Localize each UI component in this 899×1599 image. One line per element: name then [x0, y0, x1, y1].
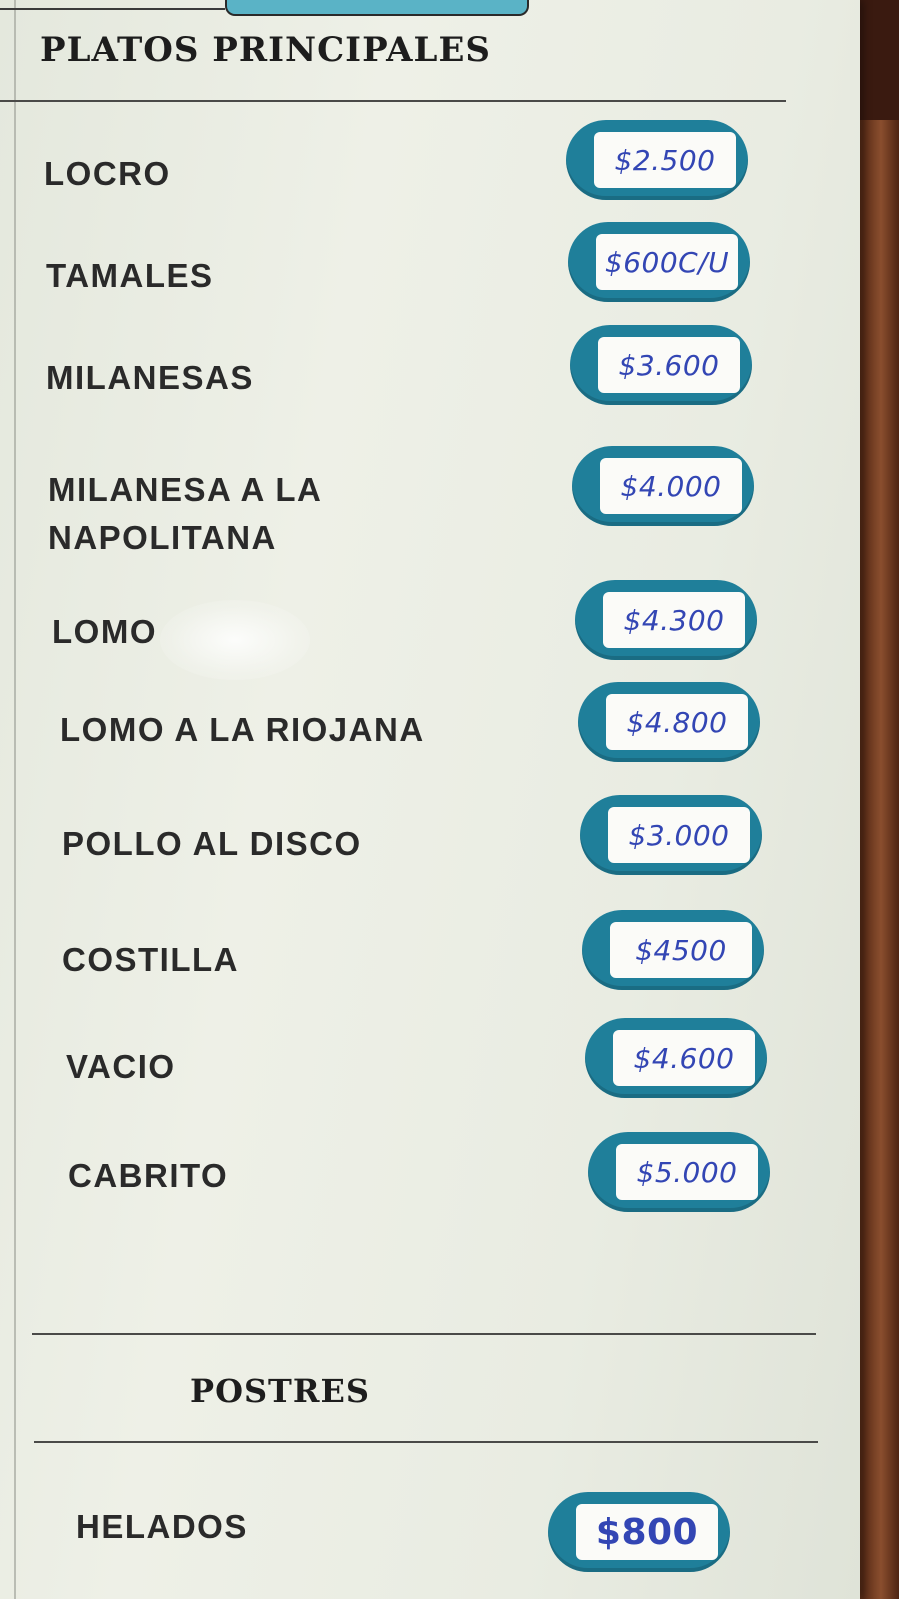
menu-item-name: CABRITO — [68, 1157, 229, 1194]
price-tag: $3.000 — [608, 807, 750, 863]
menu-item-name: VACIO — [66, 1048, 176, 1085]
main-title-rule — [0, 100, 786, 102]
menu-item-name: LOCRO — [44, 155, 171, 192]
price-badge: $2.500 — [566, 120, 748, 200]
menu-card: PLATOS PRINCIPALES LOCRO $2.500 TAMALES … — [0, 0, 860, 1599]
price-tag: $2.500 — [594, 132, 736, 188]
price-tag: $4.300 — [603, 592, 745, 648]
desserts-bottom-rule — [34, 1441, 818, 1443]
top-border-line — [0, 8, 225, 10]
header-decoration — [225, 0, 529, 16]
price-badge: $3.600 — [570, 325, 752, 405]
menu-item-name: MILANESAS — [46, 359, 254, 396]
price-tag: $3.600 — [598, 337, 740, 393]
price-tag: $4.600 — [613, 1030, 755, 1086]
price-tag: $4500 — [610, 922, 752, 978]
menu-item-name: MILANESA A LA NAPOLITANA — [48, 471, 322, 556]
menu-item-name: LOMO A LA RIOJANA — [60, 711, 425, 748]
price-badge: $4500 — [582, 910, 764, 990]
menu-item-name: POLLO AL DISCO — [62, 825, 362, 862]
price-tag: $800 — [576, 1504, 718, 1560]
price-badge: $600C/U — [568, 222, 750, 302]
desserts-top-rule — [32, 1333, 816, 1335]
price-badge: $5.000 — [588, 1132, 770, 1212]
menu-item-name: LOMO — [52, 613, 157, 650]
desserts-title: POSTRES — [190, 1372, 370, 1410]
price-badge: $800 — [548, 1492, 730, 1572]
price-badge: $4.600 — [585, 1018, 767, 1098]
card-left-edge — [14, 0, 16, 1599]
price-tag: $4.000 — [600, 458, 742, 514]
light-glare — [160, 600, 310, 680]
price-tag: $5.000 — [616, 1144, 758, 1200]
price-badge: $4.000 — [572, 446, 754, 526]
menu-item-name: TAMALES — [46, 257, 214, 294]
price-badge: $4.300 — [575, 580, 757, 660]
price-tag: $4.800 — [606, 694, 748, 750]
price-badge: $4.800 — [578, 682, 760, 762]
main-dishes-title: PLATOS PRINCIPALES — [40, 30, 491, 70]
table-shadow — [859, 0, 899, 120]
menu-item-name: COSTILLA — [62, 941, 239, 978]
price-badge: $3.000 — [580, 795, 762, 875]
menu-item-name: HELADOS — [76, 1508, 248, 1545]
price-tag: $600C/U — [596, 234, 738, 290]
